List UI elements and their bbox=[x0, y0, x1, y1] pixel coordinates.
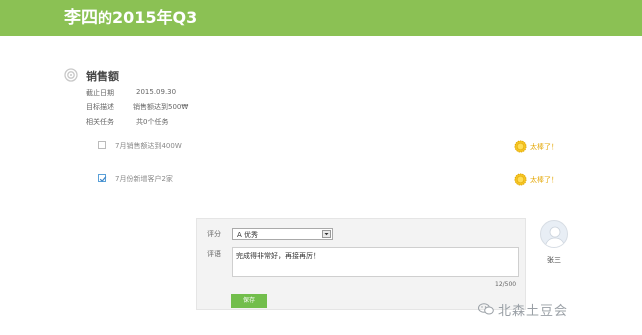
page-header: 李四的2015年Q3 bbox=[0, 0, 642, 36]
wechat-icon bbox=[478, 303, 494, 315]
avatar bbox=[540, 220, 568, 248]
save-button[interactable]: 保存 bbox=[231, 294, 267, 308]
page-title: 李四的2015年Q3 bbox=[64, 8, 197, 29]
task-label: 7月份新增客户2家 bbox=[115, 175, 173, 183]
rating-select[interactable]: A 优秀 bbox=[232, 228, 333, 240]
employee-name: 李四 bbox=[64, 8, 98, 28]
title-connector: 的 bbox=[98, 11, 112, 27]
task-checkbox[interactable] bbox=[98, 174, 107, 182]
praise-text: 太棒了！ bbox=[530, 176, 558, 184]
reviewer-name: 张三 bbox=[547, 256, 561, 264]
watermark-text: 北森土豆会 bbox=[498, 304, 569, 319]
rating-value: A 优秀 bbox=[237, 231, 259, 239]
praise-text: 太棒了！ bbox=[530, 143, 558, 151]
comment-label: 评语 bbox=[207, 250, 221, 258]
checkmark-icon bbox=[99, 176, 107, 182]
task-checkbox[interactable] bbox=[98, 141, 106, 149]
medal-icon bbox=[514, 140, 527, 153]
dropdown-arrow-icon[interactable] bbox=[322, 230, 331, 238]
meta-value: 销售额达到500₩ bbox=[133, 103, 189, 111]
char-counter: 12/500 bbox=[495, 281, 517, 288]
comment-textarea[interactable]: 完成得非常好，再接再厉！ bbox=[232, 247, 519, 277]
user-icon bbox=[544, 226, 566, 247]
meta-value: 2015.09.30 bbox=[136, 88, 177, 96]
rating-label: 评分 bbox=[207, 230, 221, 238]
review-panel: 评分 A 优秀 评语 完成得非常好，再接再厉！ 12/500 保存 bbox=[196, 218, 526, 310]
objective-title: 销售额 bbox=[86, 70, 119, 83]
period-label: 2015年Q3 bbox=[112, 8, 198, 27]
target-icon bbox=[64, 68, 78, 82]
medal-icon bbox=[514, 173, 527, 186]
task-label: 7月销售额达到400W bbox=[115, 142, 182, 150]
meta-value: 共0个任务 bbox=[136, 118, 169, 126]
